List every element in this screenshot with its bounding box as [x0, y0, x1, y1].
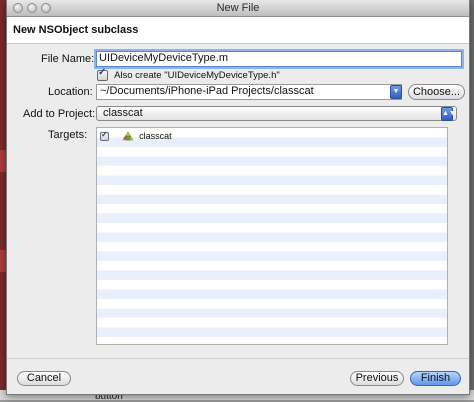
file-name-field[interactable]: UIDeviceMyDeviceType.m [96, 51, 462, 67]
target-app-icon [122, 131, 134, 141]
checkmark-icon: ✓ [101, 129, 108, 139]
checkmark-icon: ✓ [98, 66, 107, 78]
footer-divider [7, 358, 469, 359]
also-create-label: Also create "UIDeviceMyDeviceType.h" [114, 69, 280, 81]
choose-button[interactable]: Choose... [408, 84, 465, 100]
new-file-dialog: New File New NSObject subclass File Name… [6, 0, 470, 395]
project-dropdown-button[interactable]: ▲▼ [441, 107, 456, 121]
project-select[interactable]: classcat [96, 106, 457, 121]
targets-label: Targets: [48, 129, 88, 141]
target-name: classcat [139, 131, 172, 142]
dialog-header: New NSObject subclass [7, 17, 469, 44]
location-value: ~/Documents/iPhone-iPad Projects/classca… [100, 85, 314, 97]
title-bar[interactable]: New File [7, 0, 469, 17]
also-create-header-option[interactable]: ✓ Also create "UIDeviceMyDeviceType.h" [97, 66, 280, 81]
dialog-heading: New NSObject subclass [13, 24, 139, 36]
up-down-arrows-icon: ▲▼ [442, 110, 456, 117]
finish-button[interactable]: Finish [410, 371, 461, 386]
location-label: Location: [48, 86, 93, 98]
project-value: classcat [103, 107, 143, 119]
chevron-down-icon: ▼ [392, 88, 400, 95]
targets-list[interactable]: ✓ classcat [96, 127, 448, 345]
location-combo[interactable]: ~/Documents/iPhone-iPad Projects/classca… [96, 84, 402, 100]
file-name-value: UIDeviceMyDeviceType.m [99, 52, 228, 64]
add-to-project-label: Add to Project: [23, 108, 96, 120]
list-item[interactable]: ✓ classcat [100, 130, 172, 141]
previous-button[interactable]: Previous [350, 371, 404, 386]
file-name-label: File Name: [41, 53, 95, 65]
target-checkbox[interactable]: ✓ [100, 129, 109, 141]
window-title: New File [216, 2, 260, 14]
also-create-checkbox[interactable]: ✓ [97, 66, 108, 81]
location-dropdown-button[interactable]: ▼ [390, 85, 402, 99]
cancel-button[interactable]: Cancel [17, 371, 71, 386]
